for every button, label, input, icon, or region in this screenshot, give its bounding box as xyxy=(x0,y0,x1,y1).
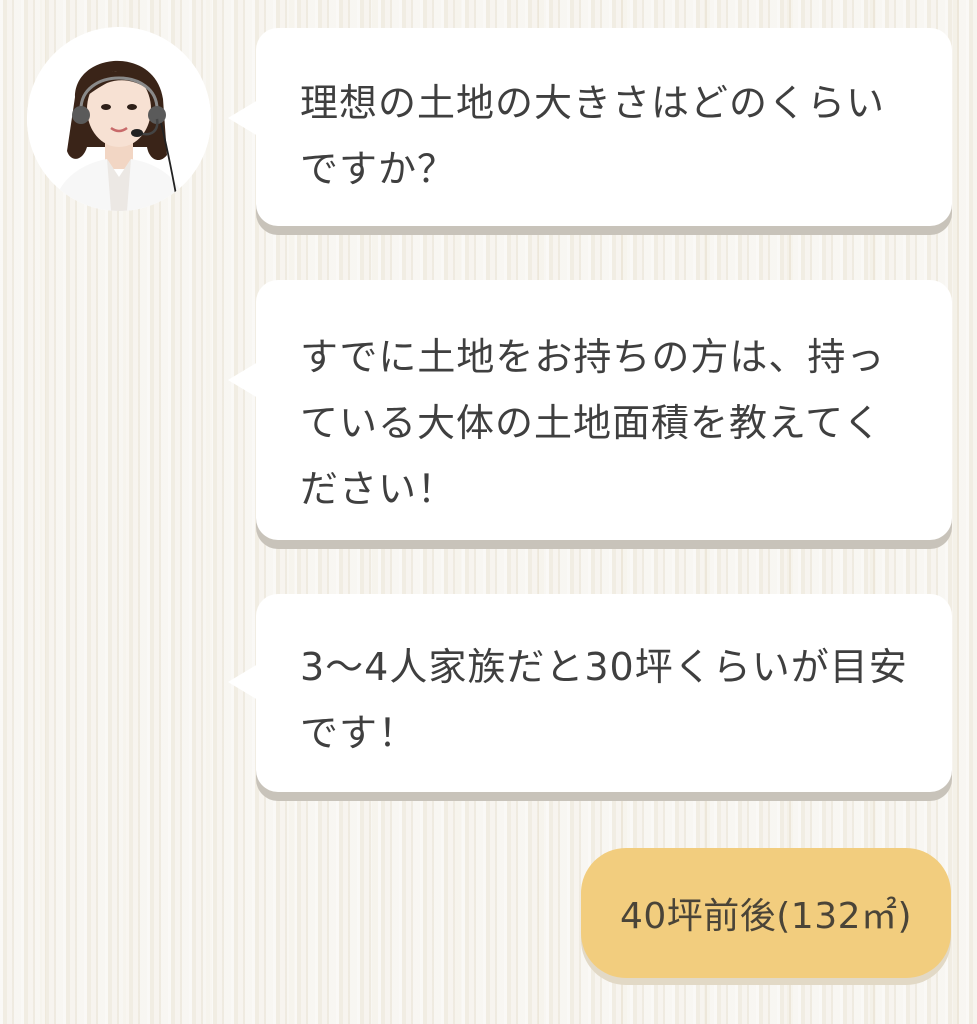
message-text-line: ださい！ xyxy=(300,467,457,511)
operator-message-bubble: 3〜4人家族だと30坪くらいが目安 です！ xyxy=(228,594,952,792)
message-text-line: すでに土地をお持ちの方は、持っ xyxy=(300,335,886,379)
user-reply-bubble[interactable]: 40坪前後(132㎡) xyxy=(581,848,951,978)
message-text-line: 理想の土地の大きさはどのくらい xyxy=(300,81,886,125)
message-text-line: ている大体の土地面積を教えてく xyxy=(300,401,882,445)
message-text-line: です！ xyxy=(300,711,418,755)
message-text-line: 3〜4人家族だと30坪くらいが目安 xyxy=(300,645,908,689)
operator-avatar xyxy=(27,27,211,211)
operator-message-bubble: すでに土地をお持ちの方は、持っ ている大体の土地面積を教えてく ださい！ xyxy=(228,280,952,540)
reply-label: 40坪前後(132㎡) xyxy=(619,896,913,937)
operator-message-bubble: 理想の土地の大きさはどのくらい ですか？ xyxy=(228,28,952,226)
operator-headset-avatar-icon xyxy=(27,27,211,211)
message-text-line: ですか？ xyxy=(300,147,457,191)
